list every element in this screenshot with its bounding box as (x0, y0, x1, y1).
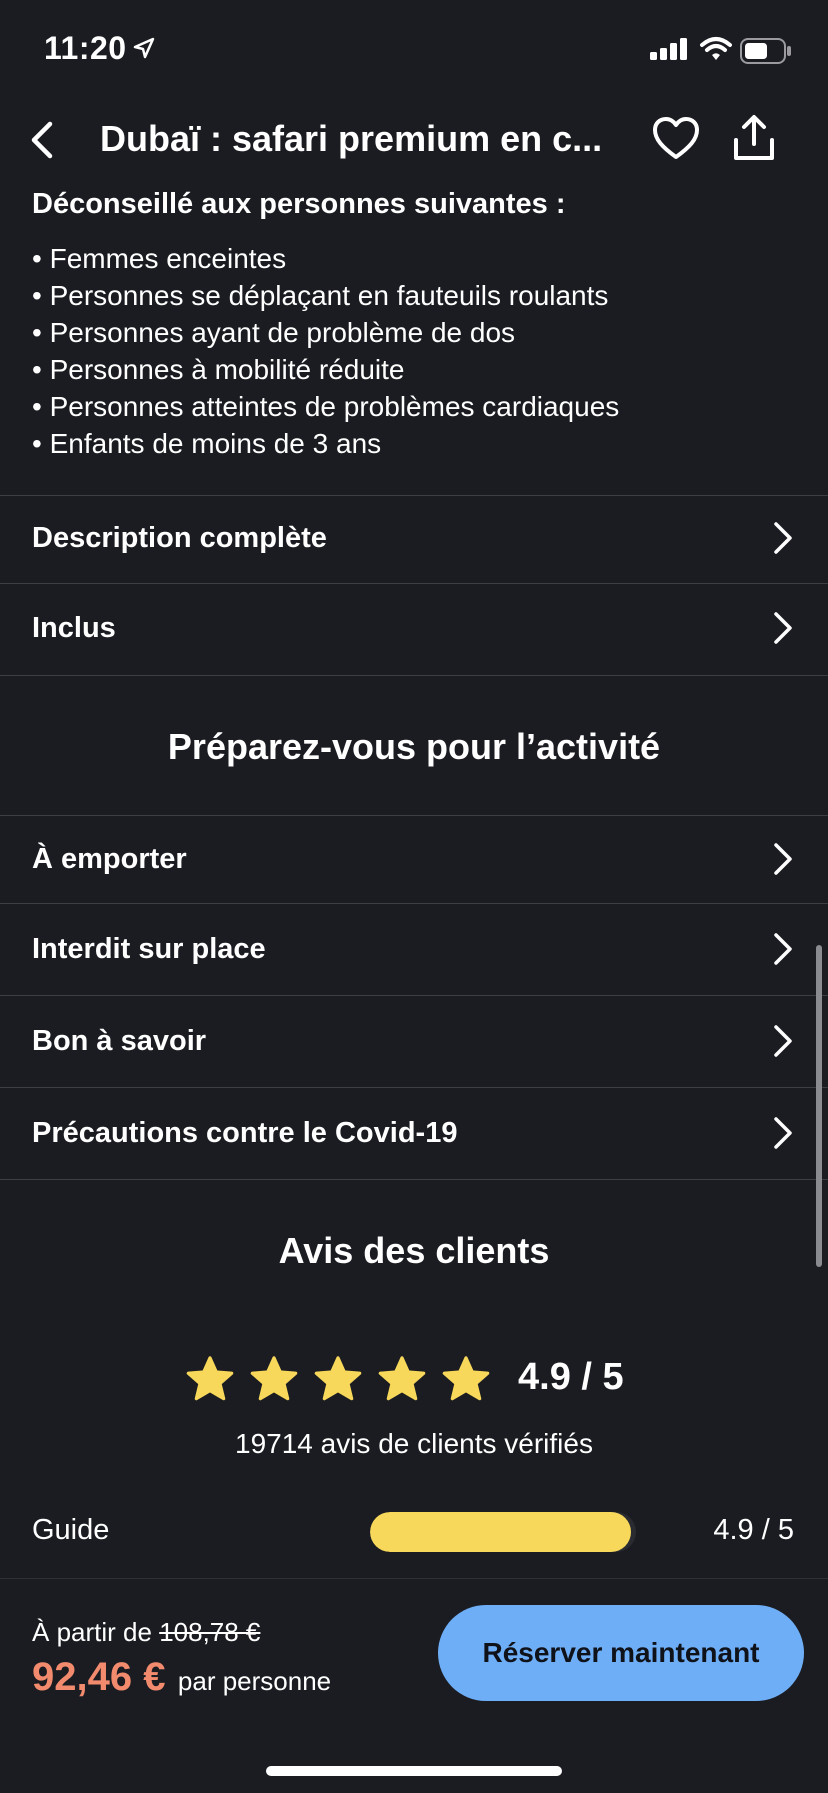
star-icon (250, 1356, 298, 1401)
list-item: Personnes se déplaçant en fauteuils roul… (32, 277, 619, 314)
heart-icon[interactable] (652, 116, 700, 167)
rating-stars (184, 1354, 492, 1406)
reviews-section-title: Avis des clients (278, 1230, 550, 1271)
list-item: Femmes enceintes (32, 240, 619, 277)
row-included[interactable]: Inclus (0, 583, 828, 676)
price-from: À partir de 108,78 € (32, 1617, 260, 1648)
reviews-count: 19714 avis de clients vérifiés (235, 1428, 593, 1459)
guide-rating-score: 4.9 / 5 (713, 1514, 794, 1546)
star-icon (314, 1356, 362, 1401)
row-description[interactable]: Description complète (0, 495, 828, 583)
booking-bar: À partir de 108,78 € 92,46 € par personn… (0, 1578, 828, 1793)
price-line: 92,46 € par personne (32, 1655, 331, 1700)
book-now-button[interactable]: Réserver maintenant (438, 1605, 804, 1701)
scrollbar[interactable] (816, 945, 822, 1267)
list-item: Enfants de moins de 3 ans (32, 425, 619, 462)
guide-rating-fill (370, 1512, 631, 1552)
star-icon (442, 1356, 490, 1401)
old-price: 108,78 € (159, 1617, 261, 1647)
row-label: Inclus (32, 612, 116, 644)
home-indicator[interactable] (266, 1766, 562, 1776)
back-button[interactable] (22, 118, 66, 162)
row-label: Description complète (32, 522, 327, 554)
divider (0, 1179, 828, 1181)
rating-score: 4.9 / 5 (518, 1356, 624, 1398)
status-time: 11:20 (44, 30, 127, 66)
chevron-right-icon (772, 841, 794, 882)
row-covid[interactable]: Précautions contre le Covid-19 (0, 1087, 828, 1180)
row-label: À emporter (32, 843, 187, 875)
battery-icon (740, 38, 792, 69)
divider (0, 675, 828, 677)
chevron-right-icon (772, 1023, 794, 1064)
star-icon (186, 1356, 234, 1401)
row-label: Précautions contre le Covid-19 (32, 1117, 458, 1149)
star-icon (378, 1356, 426, 1401)
not-recommended-list: Femmes enceintes Personnes se déplaçant … (32, 240, 620, 462)
row-label: Bon à savoir (32, 1025, 207, 1057)
prepare-section-title: Préparez-vous pour l’activité (167, 726, 661, 767)
per-person-label: par personne (177, 1666, 332, 1696)
from-label: À partir de (32, 1617, 152, 1647)
page-title: Dubaï : safari premium en c... (100, 118, 603, 159)
list-item: Personnes à mobilité réduite (32, 351, 619, 388)
chevron-right-icon (772, 520, 794, 561)
list-item: Personnes ayant de problème de dos (32, 314, 619, 351)
share-icon[interactable] (732, 114, 776, 167)
row-forbidden[interactable]: Interdit sur place (0, 903, 828, 996)
guide-rating-bar (370, 1512, 636, 1552)
row-to-bring[interactable]: À emporter (0, 815, 828, 904)
row-good-to-know[interactable]: Bon à savoir (0, 995, 828, 1088)
chevron-right-icon (772, 610, 794, 651)
list-item: Personnes atteintes de problèmes cardiaq… (32, 388, 620, 425)
location-arrow-icon (132, 36, 156, 65)
nav-bar: Dubaï : safari premium en c... (0, 100, 828, 180)
wifi-icon (700, 36, 732, 67)
cellular-signal-icon (650, 38, 690, 65)
guide-rating-label: Guide (32, 1514, 110, 1546)
not-recommended-heading: Déconseillé aux personnes suivantes : (32, 188, 566, 220)
status-bar: 11:20 (0, 0, 828, 100)
current-price: 92,46 € (32, 1655, 166, 1699)
overall-rating: 4.9 / 5 (0, 1350, 828, 1414)
row-label: Interdit sur place (32, 933, 266, 965)
chevron-right-icon (772, 1115, 794, 1156)
chevron-right-icon (772, 931, 794, 972)
